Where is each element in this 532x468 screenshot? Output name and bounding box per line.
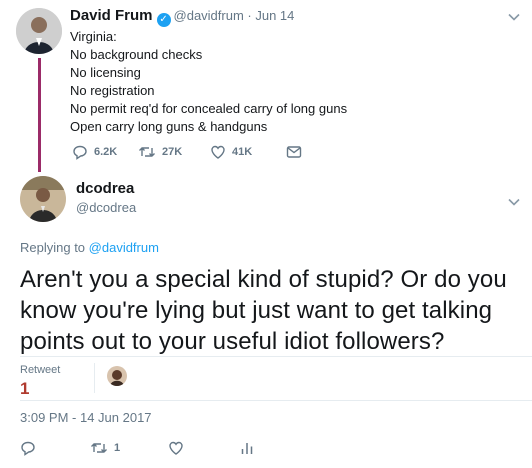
retweet-stat-count: 1	[20, 379, 30, 398]
dm-icon	[286, 146, 302, 158]
like-icon	[211, 145, 225, 159]
analytics-button[interactable]	[240, 441, 254, 455]
like-count: 41K	[232, 146, 253, 158]
divider	[20, 356, 532, 357]
like-button[interactable]	[168, 440, 240, 456]
reply-count: 6.2K	[94, 146, 118, 158]
author-name[interactable]: David Frum	[70, 7, 153, 24]
tweet-date[interactable]: Jun 14	[255, 8, 294, 23]
tweet-line: No permit req'd for concealed carry of l…	[70, 101, 348, 116]
parent-actions: 6.2K 27K 41K	[72, 144, 302, 160]
tweet-line: Open carry long guns & handguns	[70, 119, 268, 134]
parent-avatar[interactable]	[16, 8, 62, 54]
like-icon	[169, 441, 183, 455]
retweet-icon	[139, 147, 155, 157]
thread-connector	[38, 58, 41, 172]
author-handle[interactable]: @davidfrum	[174, 8, 244, 23]
tweet-line: Virginia:	[70, 29, 117, 44]
reply-icon	[73, 145, 87, 160]
reply-button[interactable]	[20, 440, 90, 456]
author-name[interactable]: dcodrea	[76, 180, 136, 197]
replying-to-link[interactable]: @davidfrum	[89, 240, 159, 255]
verified-icon: ✓	[156, 13, 171, 27]
main-author: dcodrea @dcodrea	[76, 180, 136, 215]
replying-to: Replying to @davidfrum	[20, 240, 159, 255]
main-actions: 1	[20, 440, 254, 456]
tweet-line: No background checks	[70, 47, 203, 62]
chevron-down-icon[interactable]	[508, 195, 520, 209]
retweet-button[interactable]: 1	[90, 440, 168, 456]
tweet-line: No licensing	[70, 65, 141, 80]
divider	[20, 400, 532, 401]
dm-button[interactable]	[286, 144, 302, 160]
reply-button[interactable]: 6.2K	[72, 144, 138, 160]
retweet-count: 27K	[162, 146, 183, 158]
chevron-down-icon[interactable]	[508, 10, 520, 24]
stat-separator	[94, 363, 95, 393]
tweet-timestamp[interactable]: 3:09 PM - 14 Jun 2017	[20, 410, 152, 425]
like-button[interactable]: 41K	[210, 144, 286, 160]
parent-header: David Frum ✓ @davidfrum · Jun 14	[70, 7, 295, 27]
retweeter-avatar[interactable]	[107, 366, 127, 386]
parent-tweet-text: Virginia: No background checks No licens…	[70, 28, 510, 136]
retweet-button[interactable]: 27K	[138, 144, 210, 160]
author-handle[interactable]: @dcodrea	[76, 200, 136, 215]
analytics-icon	[241, 443, 253, 454]
reply-icon	[21, 441, 35, 456]
replying-to-label: Replying to	[20, 240, 89, 255]
main-avatar[interactable]	[20, 176, 66, 222]
retweet-count: 1	[114, 442, 121, 454]
retweet-stat-label: Retweet	[20, 364, 61, 376]
tweet-line: No registration	[70, 83, 155, 98]
tweet-text: Aren't you a special kind of stupid? Or …	[20, 266, 507, 355]
retweet-stats[interactable]: Retweet 1	[20, 364, 60, 399]
retweet-icon	[91, 443, 107, 453]
